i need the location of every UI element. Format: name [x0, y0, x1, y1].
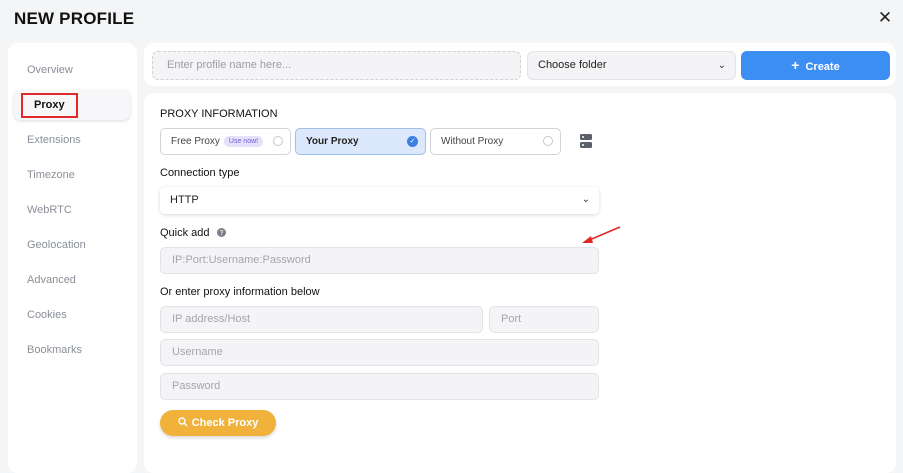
sidebar-item-label: Proxy: [21, 93, 78, 118]
check-proxy-label: Check Proxy: [191, 417, 259, 429]
radio-icon: [543, 136, 553, 146]
folder-select-value: Choose folder: [538, 59, 607, 71]
username-input[interactable]: Username: [160, 339, 599, 366]
chevron-down-icon: ⌄: [717, 60, 726, 71]
port-input[interactable]: Port: [489, 306, 599, 333]
proxy-option-yours[interactable]: Your Proxy ✓: [295, 128, 426, 155]
proxy-option-none[interactable]: Without Proxy: [430, 128, 561, 155]
chevron-down-icon: ⌄: [581, 194, 590, 205]
sidebar-item-label: Advanced: [27, 274, 76, 286]
sidebar-item-label: Cookies: [27, 309, 67, 321]
sidebar-item-overview[interactable]: Overview: [8, 55, 137, 85]
proxy-option-label: Free Proxy: [171, 136, 220, 147]
use-now-badge: Use now!: [223, 136, 264, 147]
sidebar-item-label: Overview: [27, 64, 73, 76]
quick-add-input[interactable]: IP:Port:Username:Password: [160, 247, 599, 274]
section-title: PROXY INFORMATION: [160, 108, 278, 120]
check-proxy-button[interactable]: Check Proxy: [160, 410, 276, 436]
create-button-label: Create: [805, 61, 840, 73]
connection-type-label: Connection type: [160, 167, 240, 179]
sidebar-item-advanced[interactable]: Advanced: [8, 265, 137, 295]
server-list-icon[interactable]: [580, 134, 592, 148]
folder-select[interactable]: Choose folder ⌄: [527, 51, 736, 80]
sidebar-item-label: Geolocation: [27, 239, 86, 251]
sidebar-item-timezone[interactable]: Timezone: [8, 160, 137, 190]
sidebar-item-cookies[interactable]: Cookies: [8, 300, 137, 330]
sidebar-item-label: Timezone: [27, 169, 75, 181]
sidebar-item-bookmarks[interactable]: Bookmarks: [8, 335, 137, 365]
manual-entry-label: Or enter proxy information below: [160, 286, 320, 298]
quick-add-text: Quick add: [160, 227, 210, 239]
proxy-option-label: Without Proxy: [441, 136, 504, 147]
sidebar: Overview Proxy Extensions Timezone WebRT…: [8, 43, 137, 473]
radio-icon: [273, 136, 283, 146]
check-icon: ✓: [407, 136, 418, 147]
search-icon: [177, 417, 188, 427]
quick-add-label: Quick add ?: [160, 227, 226, 239]
page-title: NEW PROFILE: [14, 9, 135, 28]
svg-text:?: ?: [219, 230, 223, 237]
connection-type-value: HTTP: [170, 194, 199, 206]
sidebar-item-geolocation[interactable]: Geolocation: [8, 230, 137, 260]
host-input[interactable]: IP address/Host: [160, 306, 483, 333]
sidebar-item-label: Bookmarks: [27, 344, 83, 356]
plus-icon: +: [791, 57, 800, 73]
help-icon[interactable]: ?: [216, 228, 226, 237]
password-input[interactable]: Password: [160, 373, 599, 400]
proxy-option-label: Your Proxy: [306, 136, 359, 147]
create-button[interactable]: + Create: [741, 51, 890, 80]
proxy-option-free[interactable]: Free Proxy Use now!: [160, 128, 291, 155]
arrow-annotation-icon: [582, 226, 621, 243]
sidebar-item-proxy[interactable]: Proxy: [14, 90, 130, 120]
sidebar-item-label: Extensions: [27, 134, 81, 146]
sidebar-item-webrtc[interactable]: WebRTC: [8, 195, 137, 225]
close-icon[interactable]: ✕: [875, 8, 895, 28]
profile-name-input[interactable]: Enter profile name here...: [152, 51, 521, 80]
sidebar-item-label: WebRTC: [27, 204, 72, 216]
sidebar-item-extensions[interactable]: Extensions: [8, 125, 137, 155]
connection-type-select[interactable]: HTTP ⌄: [160, 187, 599, 214]
